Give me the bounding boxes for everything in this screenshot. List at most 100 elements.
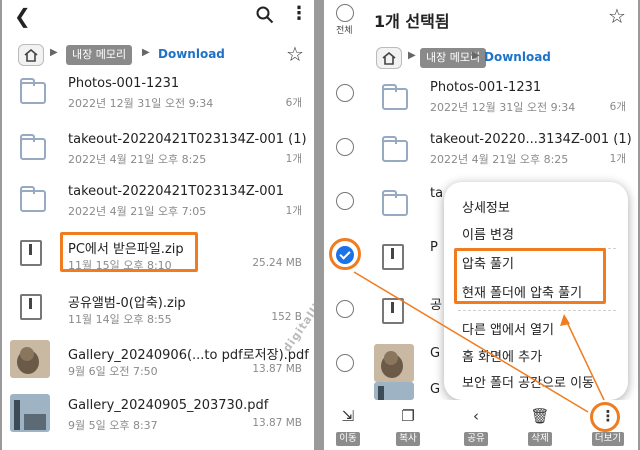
breadcrumb: ▶ 내장 메모리 ▶ Download ☆ [2,42,314,68]
file-name: takeout-20220421T023134Z-001 [68,184,285,199]
file-meta: 6개 [609,101,626,113]
file-date: 2022년 12월 31일 오전 9:34 [430,101,576,114]
breadcrumb-storage[interactable]: 내장 메모리 [66,45,133,65]
select-all-label: 전체 [336,26,353,36]
menu-item-add-to-home[interactable]: 홈 화면에 추가 [462,346,542,365]
item-checkbox[interactable] [336,84,354,102]
breadcrumb-current[interactable]: Download [158,47,225,61]
file-meta: 6개 [285,97,302,109]
share-label: 공유 [464,432,488,446]
file-date: 9월 6일 오전 7:50 [68,365,158,378]
file-meta: 1개 [285,153,302,165]
chevron-right-icon: ▶ [472,50,480,61]
star-icon[interactable]: ☆ [608,4,626,28]
file-list-panel: ❮ ⋮ ▶ 내장 메모리 ▶ Download ☆ Photos-001-123… [2,0,314,450]
select-all-checkbox[interactable] [336,4,354,22]
file-name: ta [430,186,444,201]
file-date: 9월 5일 오후 8:37 [68,419,158,432]
back-arrow-icon[interactable]: ❮ [14,4,31,28]
home-icon [24,48,38,62]
chevron-right-icon: ▶ [408,50,416,61]
copy-label: 복사 [396,432,420,446]
list-item[interactable]: Photos-001-1231 2022년 12월 31일 오전 9:34 6개 [2,72,314,122]
file-name: Gallery_20240906(...to pdf로저장).pdf [68,348,309,363]
share-icon: ‹ [473,407,479,425]
top-app-bar: ❮ ⋮ [2,0,314,34]
breadcrumb-current[interactable]: Download [484,50,551,64]
copy-button[interactable]: ❐ 복사 [388,406,428,446]
zip-file-icon [382,244,404,270]
zip-file-icon [382,298,404,324]
image-thumbnail [10,394,50,432]
folder-icon [382,136,408,162]
file-name: G [430,382,441,397]
selection-title: 1개 선택됨 [374,12,450,31]
file-name: P [430,240,438,255]
delete-icon: 🗑 [530,407,550,425]
file-name: 공유앨범-0(압축).zip [68,296,186,311]
share-button[interactable]: ‹ 공유 [456,406,496,446]
file-meta: 13.87 MB [252,417,302,429]
file-meta: 1개 [609,153,626,165]
file-date: 2022년 4월 21일 오후 8:25 [68,153,207,166]
breadcrumb: ▶ 내장 메모리 ▶ Download [324,47,638,71]
image-thumbnail [374,344,414,382]
zip-file-icon [20,240,42,266]
home-breadcrumb[interactable] [376,47,402,69]
home-breadcrumb[interactable] [18,44,44,66]
menu-item-details[interactable]: 상세정보 [462,197,510,216]
delete-label: 삭제 [528,432,552,446]
list-item[interactable]: Photos-001-1231 2022년 12월 31일 오전 9:34 6개 [362,74,638,124]
menu-item-move-to-secure-folder[interactable]: 보안 폴더 공간으로 이동 [462,372,594,391]
menu-item-open-with[interactable]: 다른 앱에서 열기 [462,319,554,338]
list-item[interactable]: Gallery_20240906(...to pdf로저장).pdf 9월 6일… [2,340,314,390]
move-button[interactable]: ⇲ 이동 [328,406,368,446]
list-item[interactable]: takeout-20220421T023134Z-001 2022년 4월 21… [2,180,314,230]
folder-icon [20,78,46,104]
file-meta: 25.24 MB [252,257,302,269]
item-checkbox[interactable] [336,138,354,156]
star-icon[interactable]: ☆ [286,42,304,66]
file-name: Photos-001-1231 [430,80,542,95]
more-options-icon[interactable]: ⋮ [290,3,308,24]
more-label: 더보기 [591,432,625,446]
folder-icon [20,134,46,160]
file-name: Photos-001-1231 [68,76,180,91]
file-name: takeout-20220421T023134Z-001 (1) [68,132,307,147]
move-label: 이동 [336,432,360,446]
move-icon: ⇲ [341,407,355,425]
folder-icon [382,190,408,216]
file-date: 11월 14일 오후 8:55 [68,313,172,326]
list-item[interactable]: 공유앨범-0(압축).zip 11월 14일 오후 8:55 152 B [2,288,314,338]
highlight-circle [590,402,620,432]
file-meta: 1개 [285,205,302,217]
highlight-box [60,232,198,272]
file-name: Gallery_20240905_203730.pdf [68,398,269,413]
file-date: 2022년 4월 21일 오후 8:25 [430,153,569,166]
item-checkbox[interactable] [336,300,354,318]
file-name: G [430,346,441,361]
copy-icon: ❐ [401,407,415,425]
image-thumbnail [10,340,50,378]
file-date: 2022년 4월 21일 오후 7:05 [68,205,207,218]
menu-item-rename[interactable]: 이름 변경 [462,224,514,243]
menu-divider [458,310,616,311]
file-name: 공 [430,298,442,313]
list-item[interactable]: takeout-20220421T023134Z-001 (1) 2022년 4… [2,128,314,178]
search-icon[interactable] [256,6,274,24]
list-item[interactable]: Gallery_20240905_203730.pdf 9월 5일 오후 8:3… [2,394,314,444]
item-checkbox[interactable] [336,354,354,372]
highlight-box [454,248,606,304]
folder-icon [382,84,408,110]
item-checkbox[interactable] [336,192,354,210]
file-name: takeout-20220...3134Z-001 (1) [430,132,632,147]
zip-file-icon [20,294,42,320]
file-meta: 13.87 MB [252,363,302,375]
delete-button[interactable]: 🗑 삭제 [520,406,560,446]
file-date: 2022년 12월 31일 오전 9:34 [68,97,214,110]
folder-icon [20,186,46,212]
image-thumbnail [374,382,414,400]
list-item[interactable]: takeout-20220...3134Z-001 (1) 2022년 4월 2… [362,126,638,176]
bottom-action-bar: ⇲ 이동 ❐ 복사 ‹ 공유 🗑 삭제 ⋮ 더보기 [324,400,638,450]
home-icon [382,51,396,65]
